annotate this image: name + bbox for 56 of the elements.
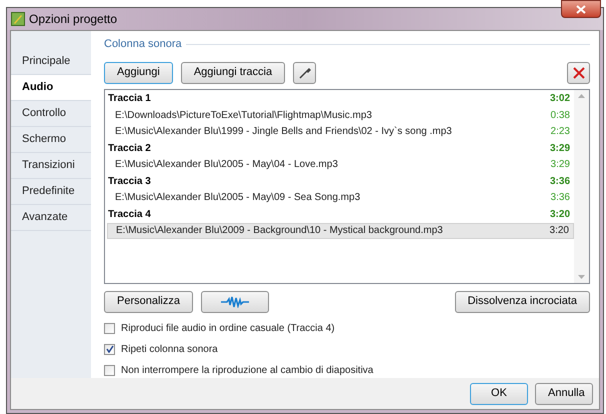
close-icon: [576, 4, 586, 14]
file-duration: 3:36: [550, 191, 570, 206]
file-path: E:\Music\Alexander Blu\2005 - May\09 - Sea Song.mp3: [115, 191, 360, 206]
track-row[interactable]: Traccia 4 3:20: [107, 206, 574, 222]
sidebar-item[interactable]: Avanzate: [11, 205, 91, 231]
close-icon: [572, 66, 584, 78]
section-title: Colonna sonora: [104, 37, 182, 52]
delete-button[interactable]: [567, 62, 590, 84]
option-label: Riproduci file audio in ordine casuale (Traccia 4): [121, 322, 335, 336]
file-duration: 0:38: [550, 108, 570, 123]
track-name: Traccia 2: [108, 142, 151, 156]
dialog-button[interactable]: Annulla: [535, 382, 593, 404]
track-name: Traccia 3: [108, 174, 151, 189]
option-label: Non interrompere la riproduzione al cambio di diapositiva: [121, 364, 374, 378]
dialog-button[interactable]: OK: [470, 382, 528, 404]
sidebar-item[interactable]: Predefinite: [11, 179, 91, 205]
track-name: Traccia 4: [108, 208, 151, 222]
file-duration: 3:29: [550, 158, 570, 172]
file-row[interactable]: E:\Downloads\PictureToExe\Tutorial\Flightmap\Music.mp3 0:38: [107, 107, 574, 124]
file-duration: 2:23: [550, 125, 570, 140]
track-row[interactable]: Traccia 1 3:02: [107, 90, 574, 107]
waveform-button[interactable]: [200, 290, 269, 312]
track-duration: 3:20: [550, 208, 570, 222]
file-duration: 3:20: [550, 224, 569, 238]
sidebar-item[interactable]: Controllo: [11, 101, 91, 127]
file-row[interactable]: E:\Music\Alexander Blu\2005 - May\04 - Love.mp3 3:29: [107, 156, 574, 173]
close-button[interactable]: [561, 0, 601, 18]
track-duration: 3:36: [550, 174, 570, 189]
app-icon: [11, 12, 25, 26]
sidebar-item[interactable]: Transizioni: [11, 153, 91, 179]
file-path: E:\Music\Alexander Blu\1999 - Jingle Bells and Friends\02 - Ivy`s song .mp3: [115, 125, 452, 140]
pen-icon: [298, 66, 311, 78]
edit-button[interactable]: [293, 62, 316, 84]
checkbox[interactable]: [104, 322, 115, 334]
window-title: Opzioni progetto: [29, 11, 118, 28]
toolbar-button[interactable]: Aggiungi: [104, 62, 173, 84]
sidebar-item[interactable]: Schermo: [11, 127, 91, 153]
track-name: Traccia 1: [108, 92, 151, 106]
checkbox[interactable]: [104, 344, 115, 354]
waveform-icon: [220, 296, 249, 308]
track-duration: 3:02: [550, 92, 570, 106]
checkbox[interactable]: [104, 364, 115, 376]
track-row[interactable]: Traccia 3 3:36: [107, 173, 574, 190]
file-row[interactable]: E:\Music\Alexander Blu\2005 - May\09 - Sea Song.mp3 3:36: [107, 190, 574, 206]
file-path: E:\Music\Alexander Blu\2005 - May\04 - Love.mp3: [115, 158, 338, 172]
customize-button[interactable]: Personalizza: [104, 290, 193, 312]
crossfade-button[interactable]: Dissolvenza incrociata: [454, 290, 590, 312]
toolbar-button[interactable]: Aggiungi traccia: [180, 62, 286, 84]
file-path: E:\Downloads\PictureToExe\Tutorial\Flightmap\Music.mp3: [115, 108, 372, 123]
file-path: E:\Music\Alexander Blu\2009 - Background\10 - Mystical background.mp3: [116, 224, 443, 238]
file-row[interactable]: E:\Music\Alexander Blu\1999 - Jingle Bells and Friends\02 - Ivy`s song .mp3 2:23: [107, 124, 574, 140]
track-duration: 3:29: [550, 142, 570, 156]
option-label: Ripeti colonna sonora: [121, 342, 218, 356]
sidebar-item[interactable]: Audio: [11, 75, 91, 101]
track-row[interactable]: Traccia 2 3:29: [107, 140, 574, 156]
file-row[interactable]: E:\Music\Alexander Blu\2009 - Background\10 - Mystical background.mp3 3:20: [107, 222, 574, 239]
